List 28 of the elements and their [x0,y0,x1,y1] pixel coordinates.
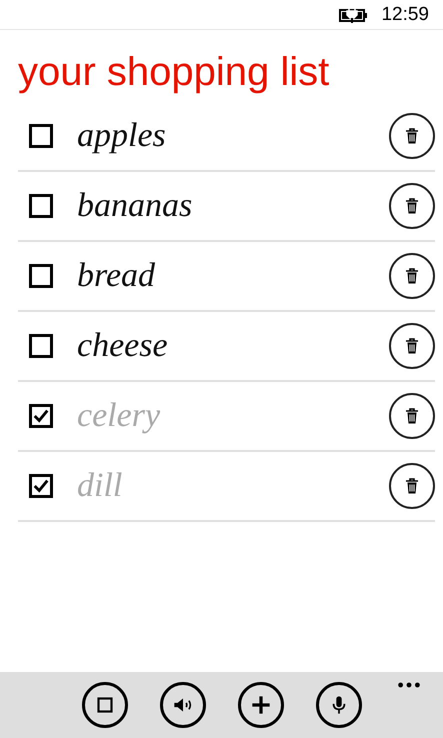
add-button[interactable] [238,682,284,728]
more-icon [397,682,421,688]
delete-button[interactable] [389,323,435,369]
delete-button[interactable] [389,253,435,299]
checkbox[interactable] [29,194,53,218]
delete-button[interactable] [389,393,435,439]
checkbox[interactable] [29,334,53,358]
delete-button[interactable] [389,463,435,509]
check-icon [32,477,50,495]
speaker-button[interactable] [160,682,206,728]
item-name: cheese [77,327,169,365]
delete-button[interactable] [389,113,435,159]
item-name: celery [77,397,162,435]
battery-charging-icon [339,6,370,22]
checkbox[interactable] [29,474,53,498]
mic-button[interactable] [316,682,362,728]
delete-button[interactable] [389,183,435,229]
select-button[interactable] [82,682,128,728]
page-title: your shopping list [18,49,330,96]
item-name: dill [77,467,124,505]
checkbox[interactable] [29,264,53,288]
item-name: bread [77,257,156,295]
item-name: apples [77,117,167,155]
check-icon [32,407,50,425]
checkbox[interactable] [29,124,53,148]
checkbox[interactable] [29,404,53,428]
status-time: 12:59 [381,4,429,26]
item-name: bananas [77,187,194,225]
